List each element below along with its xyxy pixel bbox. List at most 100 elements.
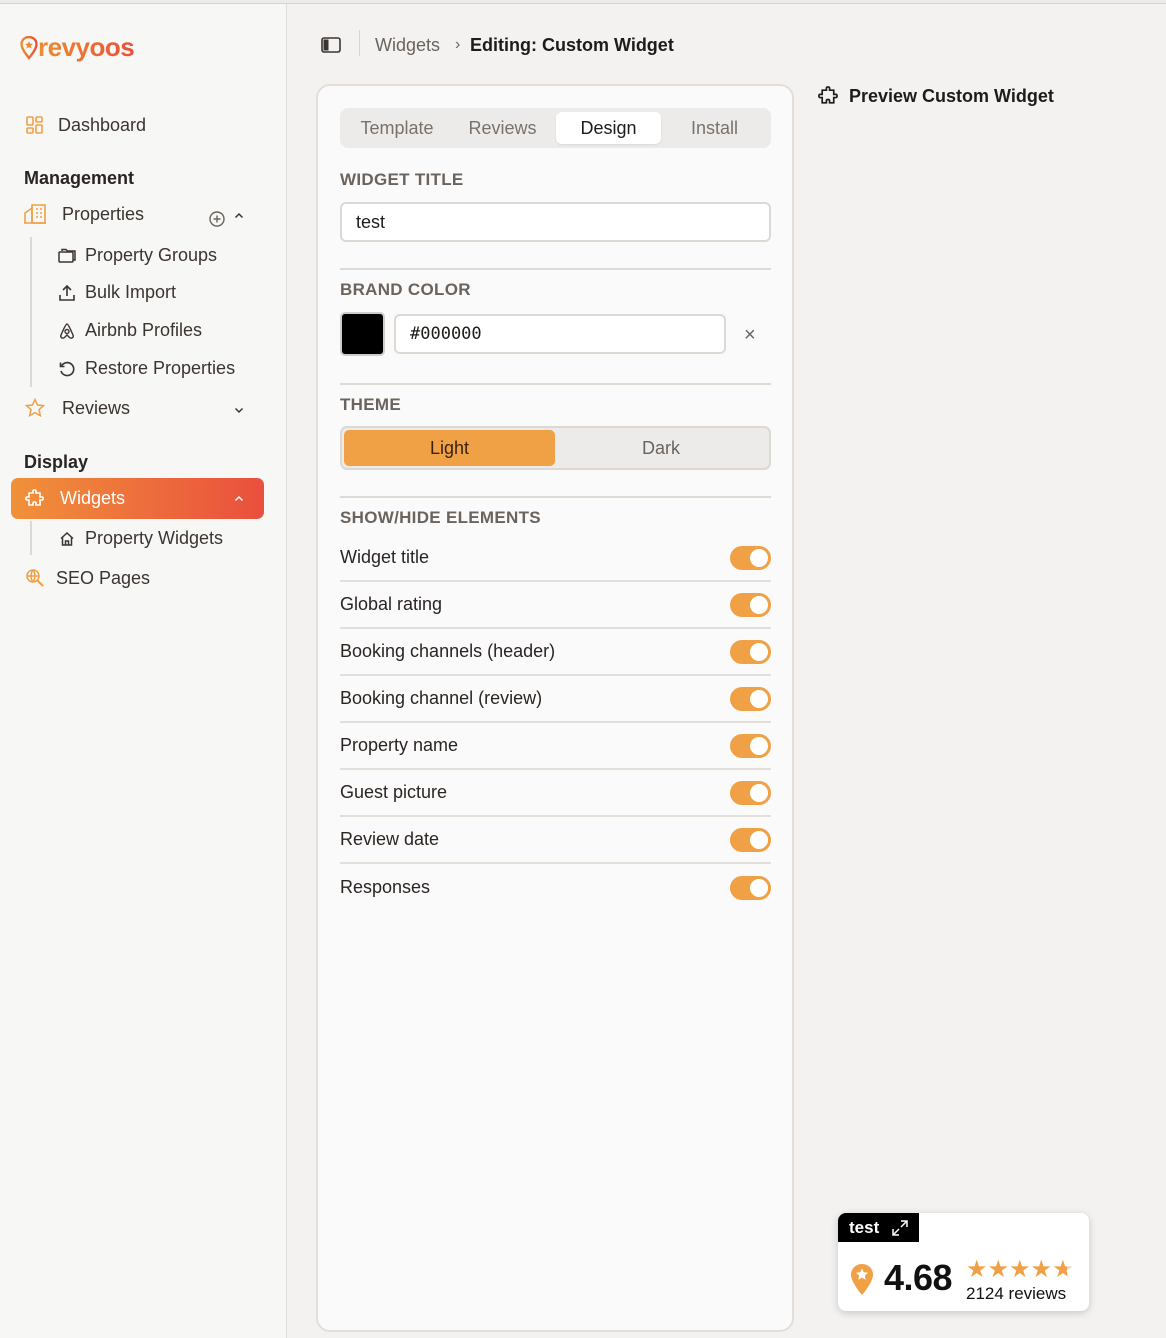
sidebar-item-restore-properties[interactable]: Restore Properties — [57, 358, 235, 379]
star-icon: ★ — [966, 1256, 988, 1283]
widget-title-input[interactable]: test — [340, 202, 771, 242]
star-icon: ★ — [1009, 1256, 1031, 1283]
restore-icon — [57, 359, 77, 379]
sidebar-item-property-widgets[interactable]: Property Widgets — [57, 528, 223, 549]
breadcrumb-current: Editing: Custom Widget — [470, 35, 674, 55]
tab-bar: Template Reviews Design Install — [340, 108, 771, 148]
breadcrumb-separator: › — [455, 36, 461, 53]
toggle-switch[interactable] — [730, 545, 771, 570]
badge-title: test — [849, 1217, 880, 1237]
sidebar-toggle-icon[interactable] — [321, 37, 341, 53]
color-swatch[interactable] — [340, 312, 385, 356]
widget-title-label: WIDGET TITLE — [340, 170, 464, 189]
dashboard-icon — [24, 114, 46, 136]
toggle-switch[interactable] — [730, 780, 771, 805]
puzzle-icon — [818, 86, 839, 107]
add-property-icon[interactable] — [208, 210, 226, 228]
logo-text: revyoos — [38, 32, 135, 62]
expand-icon[interactable] — [891, 1219, 909, 1237]
sidebar-item-dashboard[interactable]: Dashboard — [24, 114, 146, 136]
toggle-row-responses: Responses — [340, 864, 771, 911]
sidebar-item-widgets[interactable]: Widgets — [11, 478, 264, 519]
toggle-row-booking-channel-review: Booking channel (review) — [340, 676, 771, 723]
sidebar-item-seo-pages[interactable]: SEO Pages — [24, 567, 150, 589]
chevron-down-icon[interactable] — [233, 404, 245, 416]
toggle-label: Review date — [340, 829, 440, 849]
rating-badge-widget[interactable]: test 4.68 ★ ★ ★ ★ ★ 2124 reviews — [838, 1213, 1089, 1311]
upload-icon — [57, 283, 77, 303]
sidebar-item-label: Property Groups — [85, 245, 218, 265]
toggle-row-booking-channels-header: Booking channels (header) — [340, 629, 771, 676]
toggle-switch[interactable] — [730, 875, 771, 900]
chevron-up-icon[interactable] — [233, 493, 245, 505]
sidebar-item-label: Widgets — [60, 488, 126, 508]
search-globe-icon — [24, 567, 46, 589]
clear-color-button[interactable]: × — [744, 324, 756, 347]
toggle-label: Widget title — [340, 547, 430, 567]
logo[interactable]: revyoos — [20, 32, 135, 63]
tab-design[interactable]: Design — [556, 112, 661, 144]
theme-dark-option[interactable]: Dark — [555, 430, 767, 466]
chevron-up-icon[interactable] — [233, 210, 245, 222]
theme-segmented-control: Light Dark — [340, 426, 771, 470]
tab-template[interactable]: Template — [340, 108, 454, 148]
toggle-label: Guest picture — [340, 782, 448, 802]
divider — [340, 383, 771, 385]
star-icon — [24, 397, 46, 419]
theme-light-option[interactable]: Light — [344, 430, 555, 466]
badge-review-count: 2124 reviews — [966, 1284, 1067, 1303]
toggle-switch[interactable] — [730, 639, 771, 664]
toggle-row-review-date: Review date — [340, 817, 771, 864]
star-half-icon: ★ — [1052, 1256, 1074, 1283]
toggle-row-widget-title: Widget title — [340, 535, 771, 582]
submenu-line — [30, 521, 32, 555]
sidebar-item-properties[interactable]: Properties — [24, 203, 144, 225]
brand-color-label: BRAND COLOR — [340, 280, 471, 299]
show-hide-label: SHOW/HIDE ELEMENTS — [340, 508, 541, 527]
toggle-switch[interactable] — [730, 733, 771, 758]
submenu-line — [30, 237, 32, 387]
breadcrumb-widgets[interactable]: Widgets — [375, 35, 440, 56]
divider — [340, 496, 771, 498]
toggle-row-guest-picture: Guest picture — [340, 770, 771, 817]
sidebar-item-bulk-import[interactable]: Bulk Import — [57, 282, 176, 303]
toggle-label: Global rating — [340, 594, 443, 614]
toggle-label: Responses — [340, 877, 431, 897]
star-icon: ★ — [1030, 1256, 1053, 1283]
puzzle-icon — [24, 488, 46, 510]
sidebar-item-label: SEO Pages — [56, 567, 151, 588]
sidebar-item-property-groups[interactable]: Property Groups — [57, 245, 217, 266]
folders-icon — [57, 246, 77, 266]
badge-rating: 4.68 — [884, 1257, 953, 1298]
airbnb-icon — [57, 321, 77, 341]
badge-header: test — [838, 1213, 919, 1242]
sidebar-item-label: Reviews — [62, 397, 131, 418]
section-title-display: Display — [24, 452, 89, 472]
sidebar-item-airbnb-profiles[interactable]: Airbnb Profiles — [57, 320, 202, 341]
preview-title-text: Preview Custom Widget — [849, 86, 1054, 106]
sidebar: revyoos Dashboard Management Properties — [0, 4, 287, 1338]
logo-pin-icon — [20, 35, 38, 60]
sidebar-item-label: Properties — [62, 203, 145, 224]
sidebar-item-reviews[interactable]: Reviews — [24, 397, 130, 419]
section-title-management: Management — [24, 168, 135, 188]
sidebar-item-label: Airbnb Profiles — [85, 320, 203, 340]
toggle-row-property-name: Property name — [340, 723, 771, 770]
badge-stars: ★ ★ ★ ★ ★ — [966, 1258, 1074, 1282]
divider — [340, 268, 771, 270]
toggle-switch[interactable] — [730, 827, 771, 852]
toggle-label: Booking channel (review) — [340, 688, 543, 708]
toggle-switch[interactable] — [730, 592, 771, 617]
toggle-row-global-rating: Global rating — [340, 582, 771, 629]
tab-reviews[interactable]: Reviews — [450, 108, 555, 148]
sidebar-item-label: Bulk Import — [85, 282, 177, 302]
home-icon — [57, 529, 77, 549]
tab-install[interactable]: Install — [662, 108, 767, 148]
revyoos-pin-icon — [851, 1264, 873, 1295]
toggle-switch[interactable] — [730, 686, 771, 711]
brand-color-input[interactable]: #000000 — [394, 314, 726, 354]
sidebar-item-label: Dashboard — [58, 114, 147, 135]
sidebar-item-label: Restore Properties — [85, 358, 236, 378]
toggle-label: Booking channels (header) — [340, 641, 556, 661]
buildings-icon — [24, 203, 46, 225]
